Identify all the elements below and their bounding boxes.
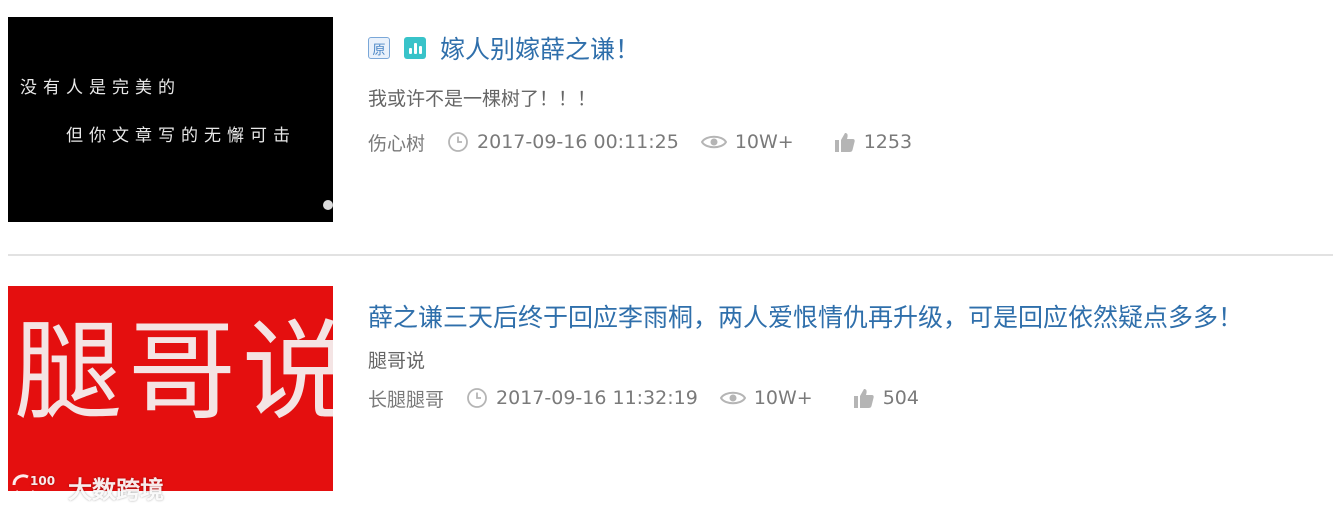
original-badge-icon: 原 (368, 37, 390, 59)
article-item[interactable]: 没有人是完美的 但你文章写的无懈可击 原 嫁人别嫁薛之谦！ 我或许不是一棵树了！… (0, 0, 1333, 254)
like-count: 504 (882, 387, 919, 409)
watermark: 100 大数跨境 (10, 470, 164, 505)
article-title-link[interactable]: 薛之谦三天后终于回应李雨桐，两人爱恨情仇再升级，可是回应依然疑点多多！ (368, 298, 1243, 334)
like-count: 1253 (863, 131, 913, 153)
article-item[interactable]: 腿哥说 薛之谦三天后终于回应李雨桐，两人爱恨情仇再升级，可是回应依然疑点多多！ … (0, 256, 1333, 510)
view-count: 10W+ (753, 387, 813, 409)
eye-icon (700, 133, 727, 151)
video-badge-icon (404, 37, 426, 59)
article-thumbnail[interactable]: 没有人是完美的 但你文章写的无懈可击 (8, 17, 333, 222)
clock-icon (466, 387, 488, 409)
publish-time: 2017-09-16 00:11:25 (477, 131, 679, 153)
thumbnail-text-line: 但你文章写的无懈可击 (66, 126, 296, 146)
watermark-text: 大数跨境 (68, 476, 164, 504)
thumbnail-dot (323, 200, 333, 210)
article-content: 薛之谦三天后终于回应李雨桐，两人爱恨情仇再升级，可是回应依然疑点多多！ 腿哥说 … (368, 296, 1313, 412)
article-meta: 长腿腿哥 2017-09-16 11:32:19 10W+ 504 (368, 384, 1313, 412)
article-title-link[interactable]: 嫁人别嫁薛之谦！ (440, 30, 640, 66)
clock-icon (447, 131, 469, 153)
watermark-logo-icon: 100 (10, 471, 58, 505)
article-summary: 腿哥说 (368, 350, 426, 372)
author-name[interactable]: 伤心树 (368, 129, 425, 156)
thumbs-up-icon[interactable] (853, 387, 875, 409)
eye-icon (719, 389, 746, 407)
thumbs-up-icon[interactable] (834, 131, 856, 153)
thumbnail-text-line: 没有人是完美的 (20, 78, 181, 98)
article-meta: 伤心树 2017-09-16 00:11:25 10W+ 1253 (368, 128, 1313, 156)
title-row: 薛之谦三天后终于回应李雨桐，两人爱恨情仇再升级，可是回应依然疑点多多！ (368, 296, 1313, 336)
thumbnail-text: 腿哥说 (14, 310, 333, 435)
author-name[interactable]: 长腿腿哥 (368, 385, 444, 412)
article-summary: 我或许不是一棵树了！！！ (368, 88, 597, 110)
publish-time: 2017-09-16 11:32:19 (496, 387, 698, 409)
view-count: 10W+ (734, 131, 794, 153)
article-thumbnail[interactable]: 腿哥说 (8, 286, 333, 491)
article-list: 没有人是完美的 但你文章写的无懈可击 原 嫁人别嫁薛之谦！ 我或许不是一棵树了！… (0, 0, 1333, 510)
article-content: 原 嫁人别嫁薛之谦！ 我或许不是一棵树了！！！ 伤心树 2017-09-16 0… (368, 28, 1313, 156)
title-row: 原 嫁人别嫁薛之谦！ (368, 28, 1313, 68)
svg-text:100: 100 (30, 474, 55, 488)
